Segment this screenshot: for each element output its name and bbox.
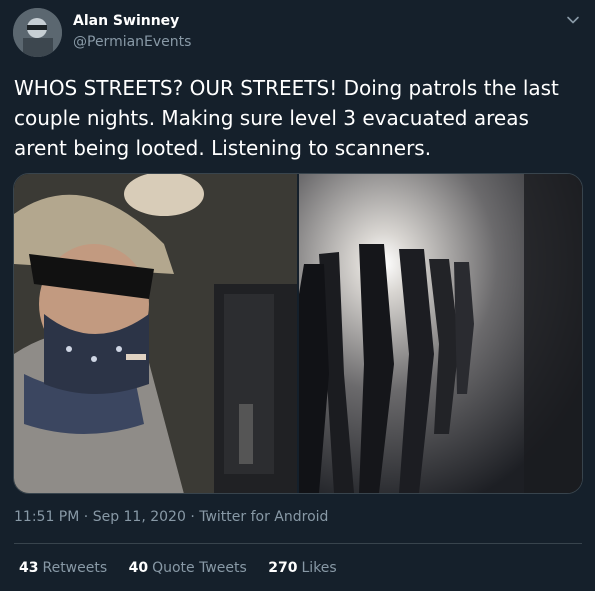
- avatar[interactable]: [13, 8, 62, 57]
- tweet-source[interactable]: Twitter for Android: [199, 509, 328, 525]
- retweets-count: 43: [19, 560, 39, 576]
- media-grid: [13, 173, 583, 494]
- author-handle[interactable]: @PermianEvents: [73, 34, 191, 50]
- retweets-stat[interactable]: 43 Retweets: [19, 560, 107, 576]
- likes-stat[interactable]: 270 Likes: [268, 560, 336, 576]
- chevron-down-icon[interactable]: [563, 10, 583, 30]
- author-name[interactable]: Alan Swinney: [73, 13, 179, 29]
- meta-separator: ·: [190, 509, 195, 525]
- photo-patrol[interactable]: [299, 174, 582, 493]
- tweet-card: Alan Swinney @PermianEvents WHOS STREETS…: [0, 0, 595, 591]
- likes-count: 270: [268, 560, 298, 576]
- tweet-date[interactable]: Sep 11, 2020: [93, 509, 186, 525]
- tweet-time[interactable]: 11:51 PM: [14, 509, 79, 525]
- likes-label: Likes: [301, 560, 337, 576]
- engagement-stats: 43 Retweets 40 Quote Tweets 270 Likes: [19, 560, 354, 576]
- retweets-label: Retweets: [42, 560, 108, 576]
- tweet-text: WHOS STREETS? OUR STREETS! Doing patrols…: [14, 76, 559, 160]
- quotes-count: 40: [128, 560, 149, 576]
- quotes-label: Quote Tweets: [152, 560, 247, 576]
- meta-separator: ·: [83, 509, 89, 525]
- quote-tweets-stat[interactable]: 40 Quote Tweets: [129, 560, 247, 576]
- divider: [14, 543, 582, 544]
- photo-selfie[interactable]: [14, 174, 297, 493]
- tweet-meta: 11:51 PM · Sep 11, 2020 · Twitter for An…: [14, 509, 328, 525]
